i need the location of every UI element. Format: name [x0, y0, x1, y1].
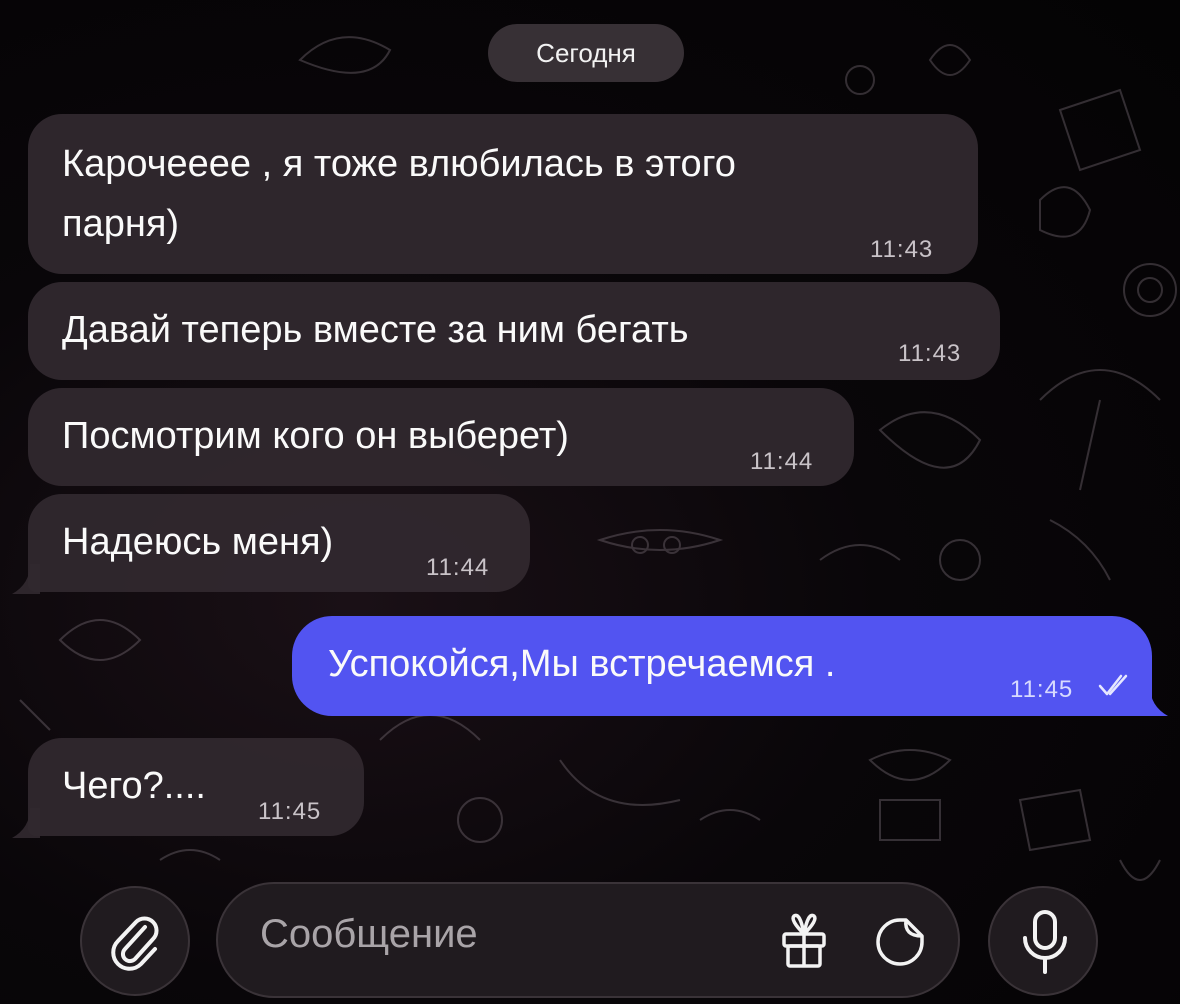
message-time: 11:45 — [258, 798, 322, 825]
message-time: 11:43 — [898, 340, 962, 367]
message-text: парня) — [62, 203, 180, 245]
message-input-placeholder: Сообщение — [260, 912, 478, 956]
message-time: 11:44 — [426, 554, 490, 581]
bubble-tail — [12, 808, 40, 838]
microphone-icon — [1023, 910, 1067, 974]
message-text: Надеюсь меня) — [62, 521, 334, 563]
incoming-message[interactable]: Посмотрим кого он выберет) 11:44 — [28, 388, 854, 486]
incoming-message[interactable]: Чего?.... 11:45 — [28, 738, 364, 836]
date-separator: Сегодня — [488, 24, 684, 82]
message-time: 11:44 — [750, 448, 814, 475]
incoming-message[interactable]: Давай теперь вместе за ним бегать 11:43 — [28, 282, 1000, 380]
double-check-icon — [1098, 674, 1128, 696]
sticker-icon[interactable] — [870, 912, 930, 972]
outgoing-message[interactable]: Успокойся,Мы встречаемся . 11:45 — [292, 616, 1152, 716]
message-time: 11:45 — [1010, 676, 1074, 703]
message-text: Чего?.... — [62, 765, 206, 807]
message-text: Успокойся,Мы встречаемся . — [328, 643, 836, 685]
chat-screen: Сегодня Карочееее , я тоже влюбилась в э… — [0, 0, 1180, 1004]
message-text: Посмотрим кого он выберет) — [62, 415, 569, 457]
bubble-tail — [1140, 686, 1168, 716]
paperclip-icon — [111, 916, 159, 971]
incoming-message[interactable]: Надеюсь меня) 11:44 — [28, 494, 530, 592]
message-input[interactable]: Сообщение — [216, 882, 960, 998]
message-text: Карочееее , я тоже влюбилась в этого — [62, 143, 736, 185]
bubble-tail — [12, 564, 40, 594]
incoming-message[interactable]: Карочееее , я тоже влюбилась в этого пар… — [28, 114, 978, 274]
gift-icon[interactable] — [774, 912, 834, 972]
attach-button[interactable] — [80, 886, 190, 996]
message-text: Давай теперь вместе за ним бегать — [62, 309, 689, 351]
message-time: 11:43 — [870, 236, 934, 263]
voice-button[interactable] — [988, 886, 1098, 996]
